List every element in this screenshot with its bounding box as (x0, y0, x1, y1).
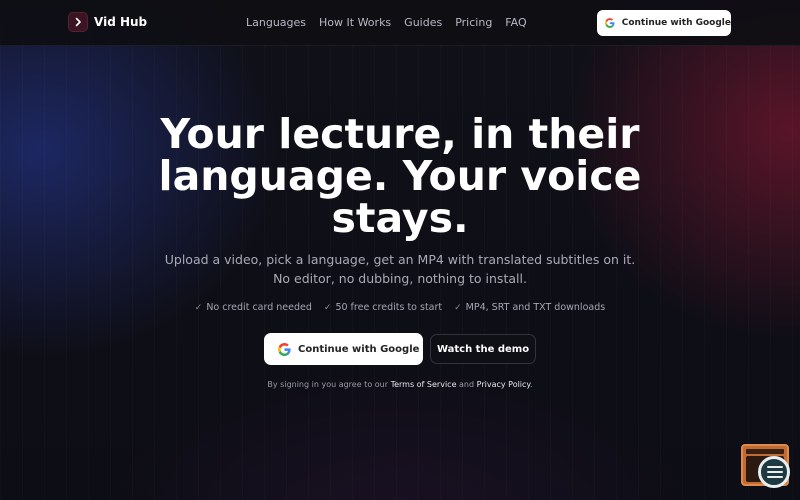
feature-label: 50 free credits to start (335, 302, 443, 313)
lens-line (767, 471, 783, 473)
play-chevron-icon (68, 12, 88, 32)
hero-subtitle: Upload a video, pick a language, get an … (164, 252, 636, 286)
lens-line (767, 476, 783, 478)
google-g-icon (605, 18, 615, 28)
nav-link-pricing[interactable]: Pricing (455, 16, 492, 29)
privacy-policy-link[interactable]: Privacy Policy (477, 380, 530, 389)
top-navbar: Vid Hub Languages How It Works Guides Pr… (0, 0, 800, 46)
hero-title-line-3: stays. (331, 194, 469, 242)
watch-demo-label: Watch the demo (436, 343, 530, 355)
google-g-icon (278, 342, 291, 356)
terms-suffix: . (530, 380, 533, 389)
check-icon: ✓ (323, 302, 332, 313)
check-icon: ✓ (194, 302, 203, 313)
terms-of-service-link[interactable]: Terms of Service (391, 380, 457, 389)
feature-item: ✓ No credit card needed (195, 302, 312, 313)
feature-list: ✓ No credit card needed ✓ 50 free credit… (0, 302, 800, 313)
magnifier-icon[interactable] (758, 456, 790, 488)
feature-item: ✓ MP4, SRT and TXT downloads (454, 302, 605, 313)
terms-prefix: By signing in you agree to our (267, 380, 389, 389)
feature-label: MP4, SRT and TXT downloads (465, 302, 606, 313)
check-icon: ✓ (454, 302, 462, 313)
hero-google-signin-button[interactable]: Continue with Google (264, 333, 423, 365)
widget-titlebar (746, 449, 784, 454)
feature-label: No credit card needed (206, 302, 312, 313)
nav-link-how-it-works[interactable]: How It Works (319, 16, 391, 29)
lens-line (767, 466, 783, 468)
hero-title: Your lecture, in their language. Your vo… (150, 113, 650, 239)
brand-name: Vid Hub (94, 15, 148, 29)
nav-link-languages[interactable]: Languages (246, 16, 306, 29)
hero-title-line-2: language. Your voice (158, 152, 642, 200)
terms-and: and (459, 380, 475, 389)
feature-item: ✓ 50 free credits to start (324, 302, 442, 313)
brand-logo[interactable]: Vid Hub (68, 12, 147, 32)
nav-google-signin-button[interactable]: Continue with Google (597, 10, 731, 36)
hero-google-signin-label: Continue with Google (298, 343, 420, 355)
nav-link-guides[interactable]: Guides (404, 16, 442, 29)
nav-link-faq[interactable]: FAQ (505, 16, 526, 29)
terms-notice: By signing in you agree to our Terms of … (0, 380, 800, 389)
watch-demo-button[interactable]: Watch the demo (430, 334, 536, 364)
hero-title-line-1: Your lecture, in their (160, 110, 640, 158)
nav-google-signin-label: Continue with Google (621, 18, 731, 28)
main-nav: Languages How It Works Guides Pricing FA… (246, 16, 540, 29)
